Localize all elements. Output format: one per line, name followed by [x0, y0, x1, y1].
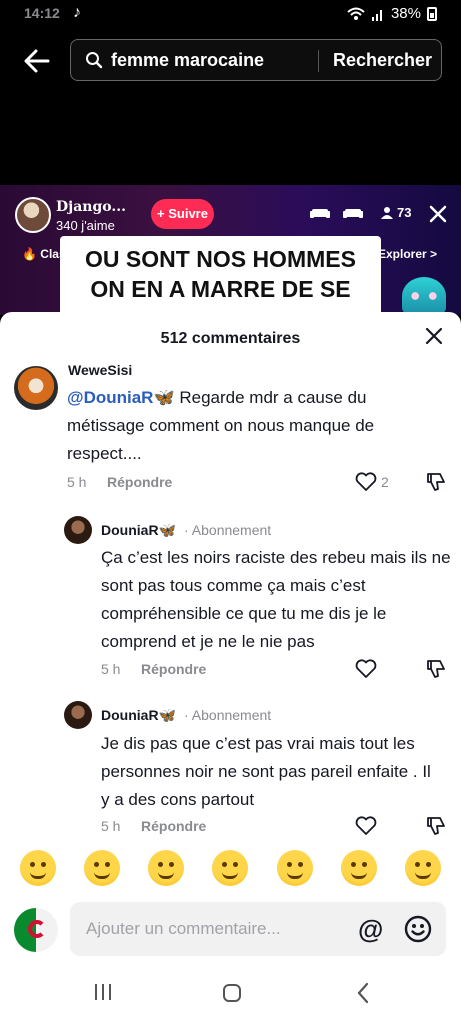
recent-apps-icon[interactable] — [93, 982, 113, 1002]
mascot-icon — [402, 277, 446, 315]
mention-button[interactable]: @ — [358, 914, 383, 945]
my-avatar[interactable] — [14, 908, 58, 952]
heart-icon[interactable] — [355, 659, 377, 679]
status-right: 38% — [347, 5, 437, 22]
comment-time: 5 h — [101, 661, 121, 677]
comment-time: 5 h — [67, 474, 87, 490]
home-icon[interactable] — [221, 982, 243, 1004]
comment-username[interactable]: DouniaR🦋 — [101, 522, 176, 539]
search-input[interactable]: femme marocaine — [111, 50, 264, 71]
viewer-count: 73 — [381, 205, 411, 220]
dislike-icon[interactable] — [425, 471, 447, 493]
host-likes: 340 j'aime — [56, 218, 115, 233]
system-nav-bar — [0, 962, 461, 1024]
emoji-picker-icon[interactable] — [404, 915, 432, 943]
search-bar[interactable]: femme marocaine Rechercher — [70, 39, 442, 81]
emoji-bar — [0, 838, 461, 898]
reply-button[interactable]: Répondre — [107, 474, 172, 490]
host-avatar[interactable] — [15, 197, 51, 233]
host-name[interactable]: Django... — [56, 199, 126, 215]
sofa-icon[interactable] — [310, 205, 330, 221]
dislike-icon[interactable] — [425, 658, 447, 680]
battery-percent: 38% — [390, 5, 421, 22]
follow-button[interactable]: + Suivre — [151, 199, 214, 229]
tiktok-icon: ♪ — [73, 4, 81, 21]
banner-line-1: OU SONT NOS HOMMES — [85, 246, 356, 272]
follow-tag: · Abonnement — [184, 522, 272, 538]
search-button[interactable]: Rechercher — [333, 50, 432, 71]
status-bar: 14:12 ♪ 38% — [0, 0, 461, 30]
comment-text: Je dis pas que c’est pas vrai mais tout … — [101, 734, 431, 809]
like-count: 2 — [381, 474, 389, 490]
banner-line-2: ON EN A MARRE DE SE — [90, 276, 351, 302]
tears-of-joy-emoji-icon[interactable] — [148, 850, 185, 886]
comment-username[interactable]: DouniaR🦋 — [101, 707, 176, 724]
comment-text: @DouniaR🦋 Regarde mdr a cause du métissa… — [67, 388, 375, 463]
flushed-emoji-icon[interactable] — [212, 850, 249, 886]
live-preview[interactable]: Django... 340 j'aime + Suivre 73 🔥 Clas … — [0, 185, 461, 315]
wifi-icon — [347, 7, 365, 20]
signal-icon — [371, 9, 382, 21]
dislike-icon[interactable] — [425, 815, 447, 836]
person-icon — [381, 207, 393, 219]
follow-tag: · Abonnement — [184, 707, 272, 723]
comment-username[interactable]: WeweSisi — [68, 364, 132, 378]
reply-button[interactable]: Répondre — [141, 818, 206, 834]
close-icon[interactable] — [424, 326, 444, 346]
comment-input-bar: Ajouter un commentaire... @ — [0, 898, 461, 962]
search-icon — [86, 52, 103, 69]
smirking-emoji-icon[interactable] — [276, 850, 313, 886]
live-banner: OU SONT NOS HOMMES ON EN A MARRE DE SE — [60, 236, 381, 315]
sofa-icon-2[interactable] — [343, 205, 363, 221]
pleading-emoji-icon[interactable] — [404, 850, 441, 886]
mention-link[interactable]: @DouniaR🦋 — [67, 388, 175, 407]
comment-time: 5 h — [101, 818, 121, 834]
smiling-hearts-emoji-icon[interactable] — [84, 850, 121, 886]
avatar[interactable] — [64, 516, 92, 544]
grinning-sweat-emoji-icon[interactable] — [340, 850, 377, 886]
close-icon[interactable] — [428, 204, 448, 224]
avatar[interactable] — [14, 366, 58, 410]
heart-icon[interactable] — [355, 816, 377, 836]
comment-text: Ça c’est les noirs raciste des rebeu mai… — [101, 548, 451, 651]
battery-icon — [427, 6, 437, 21]
viewer-count-value: 73 — [397, 205, 412, 220]
grinning-emoji-icon[interactable] — [20, 850, 57, 886]
comment-list[interactable]: WeweSisi @DouniaR🦋 Regarde mdr a cause d… — [0, 364, 461, 836]
avatar[interactable] — [64, 701, 92, 729]
comments-count-title: 512 commentaires — [160, 330, 301, 347]
status-time: 14:12 — [24, 5, 60, 21]
comment-placeholder: Ajouter un commentaire... — [86, 919, 281, 938]
back-icon[interactable] — [355, 982, 371, 1004]
back-arrow-icon[interactable] — [22, 46, 52, 76]
comment-input[interactable]: Ajouter un commentaire... @ — [70, 902, 446, 956]
heart-icon[interactable] — [355, 472, 377, 492]
explore-link[interactable]: Explorer > — [378, 247, 437, 261]
search-divider — [318, 50, 319, 72]
reply-button[interactable]: Répondre — [141, 661, 206, 677]
